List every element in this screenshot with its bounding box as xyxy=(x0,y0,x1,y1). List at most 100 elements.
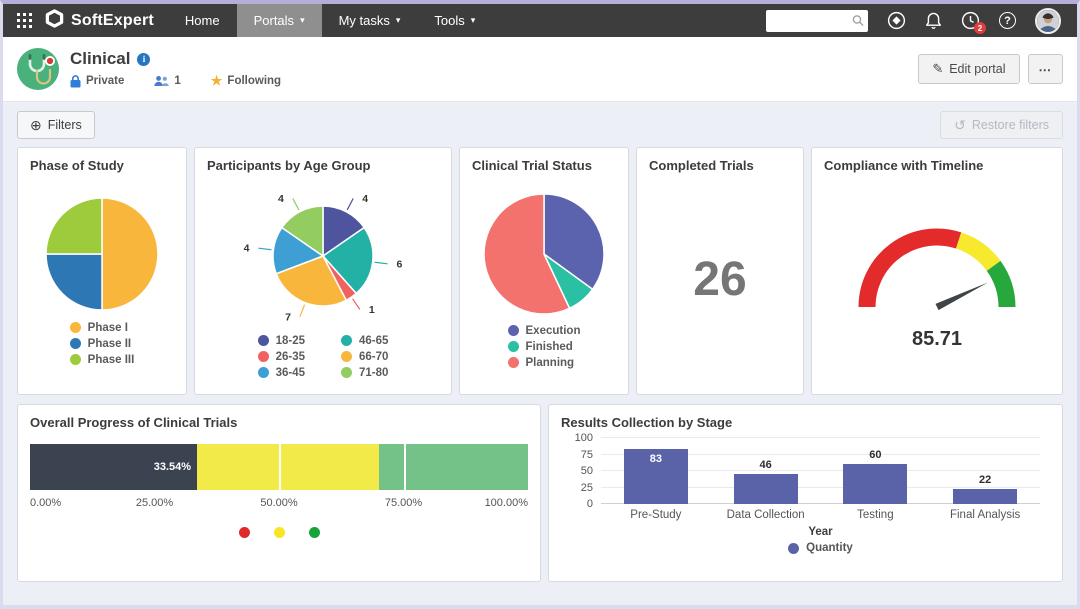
legend-label: Planning xyxy=(526,357,575,369)
y-axis-tick: 100 xyxy=(575,432,593,444)
info-icon[interactable]: i xyxy=(137,53,150,66)
gauge-value: 85.71 xyxy=(912,328,962,351)
apps-grid-icon[interactable] xyxy=(3,4,45,37)
bullet-gridline xyxy=(279,444,281,490)
filter-bar: ⊕ Filters ↺ Restore filters xyxy=(3,102,1077,147)
legend-label: 26-35 xyxy=(276,351,305,363)
chevron-down-icon: ▾ xyxy=(396,16,401,25)
pie-legend: 18-2526-3536-4546-6566-7071-80 xyxy=(258,335,389,379)
gauge-zone xyxy=(994,265,1007,306)
callout-line xyxy=(258,248,271,250)
legend-dot xyxy=(274,527,285,538)
legend-dot xyxy=(258,367,269,378)
bar-column: 60 xyxy=(821,438,931,504)
legend-dot xyxy=(341,335,352,346)
bar-plot: 025507510083466022 xyxy=(601,438,1040,504)
trial-status-pie-chart: ExecutionFinishedPlanning xyxy=(472,175,616,384)
portal-header: Clinical i Private xyxy=(3,37,1077,102)
brand-logo[interactable]: SoftExpert xyxy=(45,4,154,37)
filters-button[interactable]: ⊕ Filters xyxy=(17,111,95,139)
bar-column: 46 xyxy=(711,438,821,504)
card-phase-of-study: Phase of Study Phase IPhase IIPhase III xyxy=(17,147,187,395)
gauge-svg xyxy=(842,209,1032,321)
search-box xyxy=(766,10,868,32)
bell-icon[interactable] xyxy=(925,12,942,30)
bullet-range xyxy=(379,444,528,490)
launcher-icon[interactable] xyxy=(887,11,906,30)
data-label: 4 xyxy=(244,242,250,254)
brand-name: SoftExpert xyxy=(71,12,154,30)
x-axis-title: Year xyxy=(601,526,1040,538)
lock-icon xyxy=(70,75,81,88)
softexpert-logo-icon xyxy=(45,9,64,33)
restore-filters-button[interactable]: ↺ Restore filters xyxy=(940,111,1063,139)
callout-line xyxy=(353,298,360,309)
legend-label: Phase II xyxy=(88,338,131,350)
pie-svg xyxy=(469,191,619,317)
bar-value-label: 46 xyxy=(711,459,821,471)
bar-testing xyxy=(843,464,907,504)
y-axis-tick: 0 xyxy=(587,498,593,510)
legend-item: 36-45 xyxy=(258,367,305,379)
pie-slice-Phase II xyxy=(46,254,102,310)
nav-menu: HomePortals▾My tasks▾Tools▾ xyxy=(168,4,492,37)
legend-item: 46-65 xyxy=(341,335,388,347)
bullet-legend xyxy=(30,527,528,538)
user-avatar[interactable] xyxy=(1035,8,1061,34)
nav-item-label: Home xyxy=(185,13,220,28)
gauge-needle xyxy=(935,282,987,310)
legend-dot xyxy=(788,543,799,554)
search-input[interactable] xyxy=(772,14,852,28)
data-label: 4 xyxy=(278,192,284,204)
more-options-button[interactable]: ⋯ xyxy=(1028,54,1064,84)
card-title: Compliance with Timeline xyxy=(824,158,1050,173)
users-icon xyxy=(154,75,169,87)
x-axis-tick: Testing xyxy=(821,509,931,521)
help-icon[interactable]: ? xyxy=(999,12,1016,29)
card-completed-trials: Completed Trials 26 xyxy=(636,147,804,395)
x-axis-tick: Final Analysis xyxy=(930,509,1040,521)
legend-label: 36-45 xyxy=(276,367,305,379)
card-title: Participants by Age Group xyxy=(207,158,439,173)
recent-activity-icon[interactable]: 2 xyxy=(961,11,980,30)
legend-item: Phase III xyxy=(70,354,135,366)
nav-item-tools[interactable]: Tools▾ xyxy=(417,4,492,37)
legend-dot xyxy=(70,354,81,365)
axis-tick: 100.00% xyxy=(485,497,528,509)
callout-line xyxy=(347,198,353,210)
nav-item-label: Portals xyxy=(254,13,294,28)
card-overall-progress: Overall Progress of Clinical Trials 33.5… xyxy=(17,404,541,582)
pie-slice-Phase I xyxy=(102,198,158,310)
edit-portal-button[interactable]: ✎ Edit portal xyxy=(918,54,1019,84)
portal-avatar-stethoscope-icon xyxy=(17,48,59,90)
bullet-track: 33.54% xyxy=(30,444,528,490)
legend-dot xyxy=(70,338,81,349)
legend-label: 66-70 xyxy=(359,351,388,363)
card-compliance-timeline: Compliance with Timeline 85.71 xyxy=(811,147,1063,395)
following-toggle[interactable]: ★ Following xyxy=(211,73,281,89)
legend-item: 66-70 xyxy=(341,351,388,363)
participants-age-pie-chart: 46174418-2526-3536-4546-6566-7071-80 xyxy=(207,175,439,384)
chevron-down-icon: ▾ xyxy=(300,16,305,25)
nav-item-portals[interactable]: Portals ▾ xyxy=(237,4,322,37)
top-navbar: SoftExpert HomePortals▾My tasks▾Tools▾ xyxy=(3,4,1077,37)
phase-of-study-pie-chart: Phase IPhase IIPhase III xyxy=(30,175,174,384)
data-label: 1 xyxy=(369,303,375,315)
kpi-value: 26 xyxy=(693,252,746,307)
nav-item-my-tasks[interactable]: My tasks▾ xyxy=(322,4,418,37)
card-title: Overall Progress of Clinical Trials xyxy=(30,415,528,430)
card-title: Clinical Trial Status xyxy=(472,158,616,173)
legend-item: 71-80 xyxy=(341,367,388,379)
chevron-down-icon: ▾ xyxy=(471,16,476,25)
nav-item-home[interactable]: Home xyxy=(168,4,237,37)
card-title: Phase of Study xyxy=(30,158,174,173)
legend-label: 71-80 xyxy=(359,367,388,379)
axis-tick: 75.00% xyxy=(385,497,422,509)
card-results-by-stage: Results Collection by Stage 025507510083… xyxy=(548,404,1063,582)
restore-icon: ↺ xyxy=(954,118,966,132)
portal-title-block: Clinical i Private xyxy=(70,49,281,89)
card-participants-by-age: Participants by Age Group 46174418-2526-… xyxy=(194,147,452,395)
legend-dot xyxy=(70,322,81,333)
members-count[interactable]: 1 xyxy=(154,75,180,87)
card-clinical-trial-status: Clinical Trial Status ExecutionFinishedP… xyxy=(459,147,629,395)
